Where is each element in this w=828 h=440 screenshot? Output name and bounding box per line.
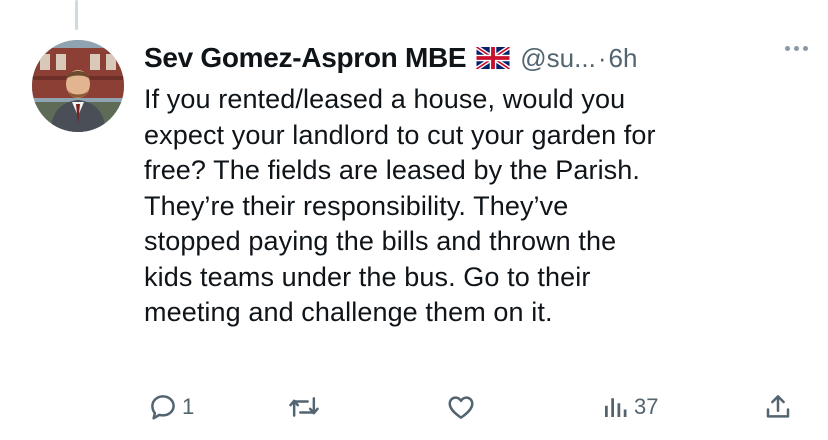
- retweet-button[interactable]: [288, 392, 324, 422]
- more-options-icon[interactable]: [785, 46, 808, 51]
- avatar[interactable]: [32, 40, 124, 132]
- thread-connector-line: [75, 0, 78, 30]
- retweet-icon: [289, 397, 319, 417]
- views-chart-icon: [605, 398, 627, 417]
- timestamp[interactable]: 6h: [608, 43, 637, 74]
- tweet-text: If you rented/leased a house, would you …: [144, 84, 656, 327]
- separator-dot: ·: [597, 42, 607, 73]
- tweet-actions-bar: 1 37: [148, 392, 808, 428]
- author-name[interactable]: Sev Gomez-Aspron MBE: [144, 42, 467, 74]
- reply-icon: [151, 395, 175, 420]
- share-icon: [766, 395, 790, 418]
- reply-count: 1: [182, 394, 195, 419]
- like-button[interactable]: [446, 392, 480, 422]
- union-jack-flag-icon: [476, 47, 511, 69]
- tweet-header: Sev Gomez-Aspron MBE @su... · 6h: [144, 40, 808, 76]
- views-count: 37: [634, 394, 659, 419]
- author-handle[interactable]: @su...: [520, 43, 596, 74]
- heart-icon: [448, 396, 474, 419]
- avatar-photo: [32, 40, 124, 132]
- share-button[interactable]: [763, 392, 793, 422]
- reply-button[interactable]: 1: [148, 392, 194, 422]
- views-button[interactable]: 37: [600, 392, 658, 422]
